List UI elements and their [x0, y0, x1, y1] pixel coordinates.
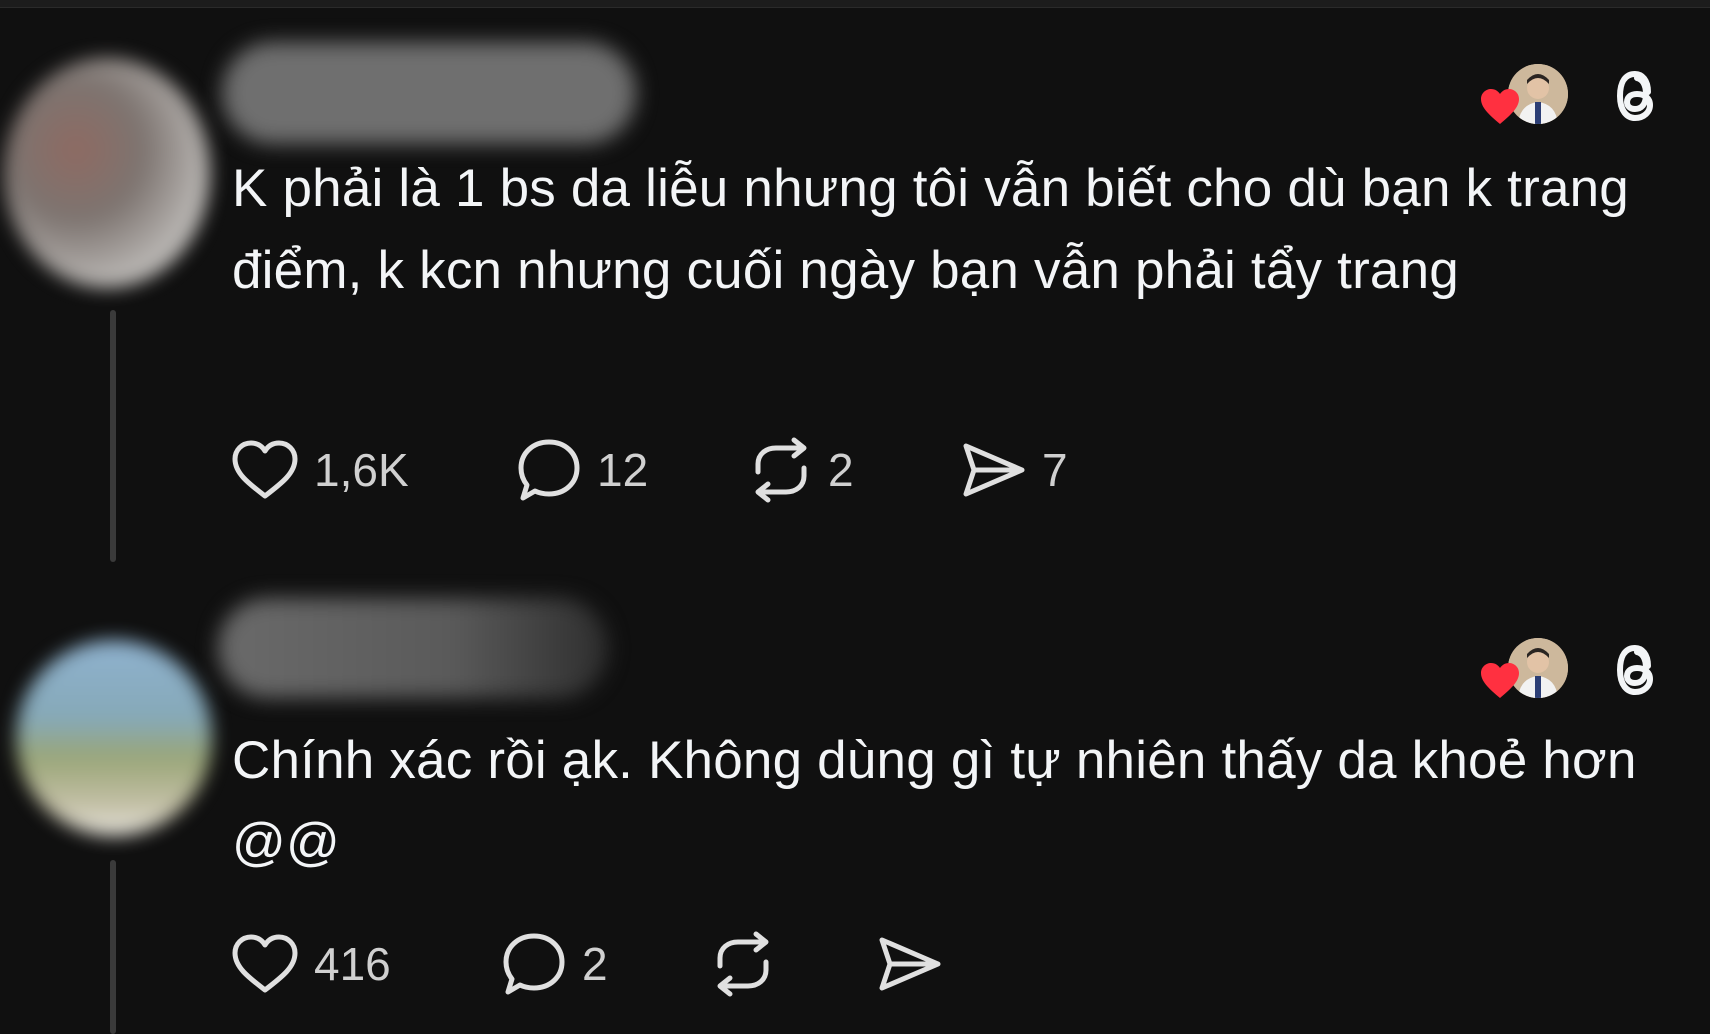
heart-icon: [232, 934, 298, 993]
profile-avatar[interactable]: [16, 640, 212, 836]
threads-logo-icon[interactable]: [1604, 62, 1666, 130]
heart-icon: [232, 440, 298, 499]
like-count: 1,6K: [314, 444, 409, 496]
like-button[interactable]: 416: [230, 924, 391, 1004]
profile-avatar[interactable]: [4, 58, 210, 288]
heart-badge-icon: [1481, 89, 1519, 124]
post-text: Chính xác rồi ạk. Không dùng gì tự nhiên…: [232, 731, 1637, 872]
creator-liked-badge: [1478, 62, 1568, 132]
heart-badge-icon: [1481, 663, 1519, 698]
thread-line: [110, 860, 116, 1034]
reply-count: 2: [582, 938, 608, 990]
thread-line: [110, 310, 116, 562]
blurred-username[interactable]: [218, 598, 608, 698]
like-button[interactable]: 1,6K: [230, 430, 409, 510]
repost-icon: [717, 931, 769, 997]
post-text: K phải là 1 bs da liễu nhưng tôi vẫn biế…: [232, 159, 1629, 300]
repost-count: 2: [828, 444, 854, 496]
reply-icon: [518, 439, 580, 501]
reply-button[interactable]: 12: [515, 430, 648, 510]
repost-button[interactable]: 2: [748, 430, 854, 510]
reply-count: 12: [597, 444, 649, 496]
creator-liked-badge: [1478, 636, 1568, 706]
like-count: 416: [314, 938, 391, 990]
reply-icon: [503, 933, 565, 995]
share-button[interactable]: [876, 924, 958, 1004]
repost-button[interactable]: [710, 924, 790, 1004]
send-icon: [963, 443, 1025, 497]
threads-logo-icon[interactable]: [1604, 636, 1666, 704]
blurred-username[interactable]: [222, 42, 636, 144]
send-icon: [879, 937, 941, 991]
repost-icon: [755, 437, 807, 503]
reply-button[interactable]: 2: [500, 924, 608, 1004]
share-button[interactable]: 7: [960, 430, 1068, 510]
share-count: 7: [1042, 444, 1068, 496]
top-divider: [0, 0, 1710, 8]
